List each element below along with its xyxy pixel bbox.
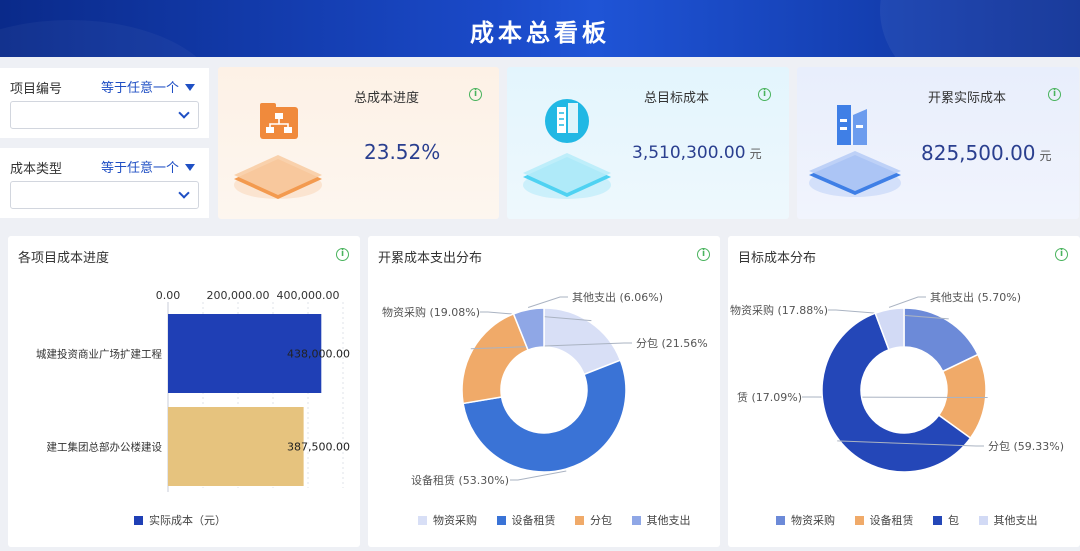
legend-swatch — [496, 516, 506, 525]
building-icon — [523, 99, 611, 199]
x-tick-label: 400,000.00 — [277, 289, 340, 302]
kpi-value-text: 825,500.00 — [921, 141, 1036, 165]
filter-label: 项目编号 — [10, 82, 63, 97]
slice-label: 分包 (59.33%) — [988, 440, 1064, 453]
chart-legend: 实际成本（元） — [134, 512, 226, 528]
filter-operator-dropdown[interactable]: 等于任意一个 — [101, 77, 195, 96]
legend-label: 物资采购 — [433, 514, 477, 527]
kpi-cumulative-actual-cost: 开累实际成本 i 825,500.00 元 — [797, 67, 1079, 219]
dashboard-header: 成本总看板 — [0, 0, 1080, 57]
bar-chart-svg: 0.00 200,000.00 400,000.00 城建投资商业广场扩建工程 438,… — [36, 289, 350, 492]
donut-chart-svg: 物资采购 (17.88%) 赁 (17.09%) 分包 (59.33%) 其他支出 (… — [730, 290, 1064, 473]
leader-line — [527, 296, 568, 308]
slice-label: 分包 (21.56% — [636, 337, 708, 350]
page-title: 成本总看板 — [470, 19, 610, 47]
bar[interactable] — [168, 407, 304, 486]
kpi-value-text: 23.52% — [364, 140, 441, 164]
kpi-unit: 元 — [1039, 149, 1052, 163]
legend-swatch — [418, 516, 427, 525]
y-category-label: 建工集团总部办公楼建设 — [47, 441, 163, 454]
legend-item[interactable]: 分包 — [575, 514, 612, 527]
legend-item[interactable]: 物资采购 — [418, 514, 477, 527]
chevron-down-icon — [178, 107, 190, 119]
filter-project-code: 项目编号 等于任意一个 — [0, 68, 209, 138]
slice-label: 物资采购 (17.88%) — [730, 303, 828, 317]
x-tick-label: 0.00 — [156, 289, 181, 302]
actual-cost-distribution-chart: 开累成本支出分布 i 物资采购 (19.08%) 设备租赁 (53.30%) 分包 … — [368, 236, 720, 547]
filter-cost-type: 成本类型 等于任意一个 — [0, 148, 209, 218]
donut-chart-svg: 物资采购 (19.08%) 设备租赁 (53.30%) 分包 (21.56% 其他支出… — [382, 290, 708, 487]
chart-legend: 物资采购 设备租赁 分包 其他支出 — [418, 512, 707, 528]
kpi-title: 总目标成本 — [644, 91, 710, 106]
slice-label: 其他支出 (5.70%) — [930, 290, 1021, 304]
filter-value-select[interactable] — [10, 101, 199, 129]
legend-label: 其他支出 — [993, 514, 1038, 527]
filter-operator-label: 等于任意一个 — [100, 161, 179, 176]
kpi-total-target-cost: 总目标成本 i 3,510,300.00 元 — [507, 67, 789, 219]
filter-operator-label: 等于任意一个 — [100, 81, 179, 96]
project-cost-progress-chart: 各项目成本进度 i 0.00 200,000.00 400,000.00 城建投资商业… — [8, 236, 360, 547]
slice-label: 其他支出 (6.06%) — [572, 290, 663, 304]
legend-label: 设备租赁 — [869, 514, 914, 527]
legend-label: 实际成本（元） — [149, 514, 226, 527]
legend-swatch — [933, 516, 942, 525]
kpi-unit: 元 — [749, 147, 762, 161]
legend-swatch — [631, 516, 641, 525]
legend-item[interactable]: 包 — [933, 514, 959, 527]
legend-swatch — [776, 516, 785, 525]
bar-value-label: 438,000.00 — [287, 348, 350, 361]
folder-org-icon — [234, 103, 322, 199]
leader-line — [888, 296, 926, 308]
legend-swatch — [978, 516, 988, 525]
target-cost-distribution-chart: 目标成本分布 i 物资采购 (17.88%) 赁 (17.09%) 分包 (59.3… — [728, 236, 1080, 547]
legend-item[interactable]: 设备租赁 — [854, 514, 914, 527]
legend-label: 设备租赁 — [511, 514, 556, 527]
x-tick-label: 200,000.00 — [207, 289, 270, 302]
kpi-value: 23.52% — [364, 140, 440, 164]
slice-label: 设备租赁 (53.30%) — [411, 473, 509, 487]
legend-item[interactable]: 设备租赁 — [496, 514, 556, 527]
kpi-title: 总成本进度 — [354, 91, 420, 106]
info-icon[interactable]: i — [758, 88, 771, 101]
legend-item[interactable]: 其他支出 — [631, 514, 691, 527]
info-icon[interactable]: i — [469, 88, 482, 101]
legend-swatch — [854, 516, 864, 525]
kpi-value: 825,500.00 元 — [921, 141, 1052, 165]
legend-item[interactable]: 物资采购 — [776, 514, 835, 527]
y-category-label: 城建投资商业广场扩建工程 — [36, 348, 162, 361]
kpi-total-progress: 总成本进度 i 23.52% — [218, 67, 499, 219]
slice-label: 物资采购 (19.08%) — [382, 305, 480, 319]
legend-swatch — [575, 516, 584, 525]
kpi-title: 开累实际成本 — [928, 91, 1007, 106]
slice-label: 赁 (17.09%) — [737, 390, 802, 404]
legend-label: 分包 — [590, 514, 612, 527]
filter-label: 成本类型 — [10, 162, 63, 177]
legend-label: 物资采购 — [791, 514, 835, 527]
chart-legend: 物资采购 设备租赁 包 其他支出 — [776, 512, 1054, 528]
bar-value-label: 387,500.00 — [287, 441, 350, 454]
legend-item[interactable]: 其他支出 — [978, 514, 1038, 527]
info-icon[interactable]: i — [1048, 88, 1061, 101]
chevron-down-icon — [178, 187, 190, 199]
filter-operator-dropdown[interactable]: 等于任意一个 — [101, 157, 195, 176]
legend-label: 包 — [948, 514, 959, 527]
kpi-value: 3,510,300.00 元 — [632, 143, 762, 163]
legend-label: 其他支出 — [646, 514, 691, 527]
caret-down-icon — [185, 164, 195, 171]
kpi-value-text: 3,510,300.00 — [632, 143, 746, 163]
filter-value-select[interactable] — [10, 181, 199, 209]
legend-swatch — [134, 516, 143, 525]
buildings-icon — [809, 105, 901, 197]
caret-down-icon — [185, 84, 195, 91]
